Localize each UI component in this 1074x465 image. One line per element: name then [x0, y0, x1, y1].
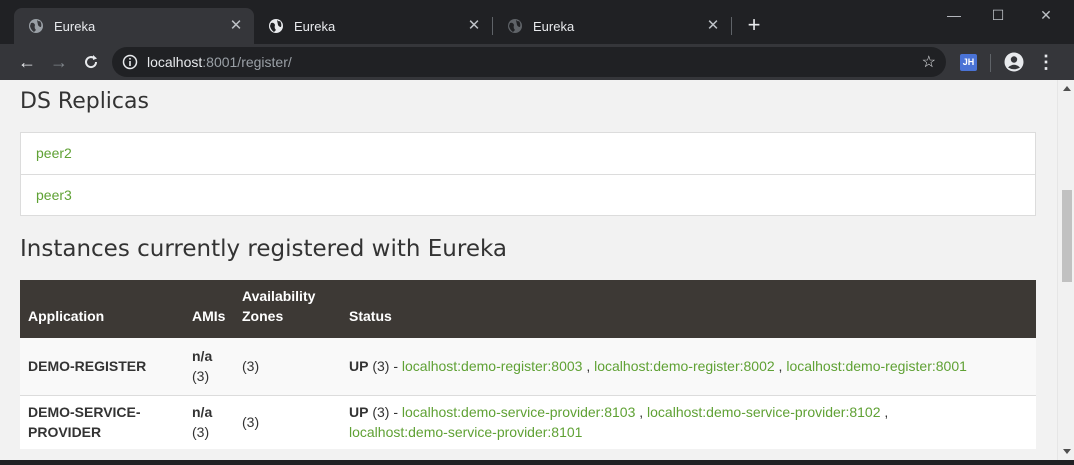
scroll-down-arrow-icon[interactable] — [1063, 449, 1071, 454]
status-up: UP — [349, 358, 369, 375]
close-tab-icon[interactable]: ✕ — [228, 18, 244, 34]
application-line1: DEMO-SERVICE- — [28, 404, 141, 421]
header-status: Status — [349, 308, 392, 324]
tab-separator — [731, 17, 732, 35]
profile-avatar-icon[interactable] — [1004, 52, 1024, 72]
globe-icon — [268, 18, 284, 34]
instances-table: Application AMIs Availability Zones Statu… — [20, 280, 1036, 449]
list-item: peer3 — [21, 174, 1035, 215]
header-application: Application — [28, 308, 105, 324]
url-host: localhost — [147, 54, 203, 70]
instance-link[interactable]: localhost:demo-service-provider:8103 — [402, 404, 635, 420]
tab-title: Eureka — [294, 18, 336, 34]
globe-icon — [28, 18, 44, 34]
ami-count: (3) — [192, 368, 210, 385]
cell-zones: (3) — [242, 414, 260, 431]
reload-icon — [85, 55, 98, 69]
scroll-up-arrow-icon[interactable] — [1063, 86, 1071, 91]
cell-application: DEMO-SERVICE- PROVIDER — [20, 395, 184, 449]
bookmark-star-icon[interactable]: ☆ — [922, 52, 936, 72]
replica-link-peer3[interactable]: peer3 — [36, 187, 72, 203]
browser-tab-3[interactable]: Eureka ✕ — [493, 8, 731, 44]
cell-status: UP (3) - localhost:demo-register:8003 , … — [349, 358, 967, 375]
header-zones-line2: Zones — [242, 308, 284, 324]
instances-heading: Instances currently registered with Eure… — [20, 236, 507, 262]
maximize-button[interactable]: ☐ — [982, 4, 1014, 28]
instance-link[interactable]: localhost:demo-register:8002 — [594, 358, 775, 374]
instance-link[interactable]: localhost:demo-service-provider:8102 — [647, 404, 880, 420]
url-path: :8001/register/ — [202, 54, 292, 70]
ami-na: n/a — [192, 404, 213, 421]
cell-application: DEMO-REGISTER — [28, 358, 147, 375]
cell-amis: n/a (3) — [184, 395, 234, 449]
status-up: UP — [349, 404, 369, 421]
forward-button[interactable]: → — [46, 49, 72, 75]
new-tab-button[interactable]: + — [742, 14, 766, 38]
table-row: DEMO-SERVICE- PROVIDER n/a (3) (3) UP (3) … — [20, 395, 1036, 449]
close-tab-icon[interactable]: ✕ — [705, 18, 721, 34]
status-count: (3) - — [368, 358, 402, 375]
instance-link[interactable]: localhost:demo-register:8001 — [786, 358, 967, 374]
info-icon[interactable] — [122, 54, 138, 70]
globe-icon — [507, 18, 523, 34]
cell-status: UP (3) - localhost:demo-service-provider… — [349, 404, 889, 441]
browser-menu-icon[interactable]: ⋮ — [1036, 50, 1056, 74]
ami-count: (3) — [192, 424, 210, 441]
browser-tab-1[interactable]: Eureka ✕ — [14, 8, 254, 44]
replicas-heading: DS Replicas — [20, 89, 149, 114]
back-button[interactable]: ← — [14, 49, 40, 75]
close-tab-icon[interactable]: ✕ — [466, 18, 482, 34]
minimize-button[interactable]: — — [938, 4, 970, 28]
toolbar-separator — [990, 54, 991, 72]
address-bar[interactable]: localhost:8001/register/ ☆ — [112, 47, 946, 77]
cell-zones: (3) — [242, 358, 260, 375]
table-header-row: Application AMIs Availability Zones Statu… — [20, 280, 1036, 338]
header-amis: AMIs — [192, 308, 226, 324]
browser-tab-2[interactable]: Eureka ✕ — [254, 8, 492, 44]
cell-amis: n/a (3) — [184, 338, 234, 395]
close-window-button[interactable]: ✕ — [1030, 4, 1062, 28]
replica-link-peer2[interactable]: peer2 — [36, 145, 72, 161]
scrollbar-thumb[interactable] — [1062, 190, 1072, 282]
reload-button[interactable] — [78, 49, 104, 75]
instance-link[interactable]: localhost:demo-service-provider:8101 — [349, 424, 582, 440]
url-text: localhost:8001/register/ — [147, 54, 292, 70]
page-scrollbar[interactable] — [1057, 80, 1074, 460]
tab-title: Eureka — [533, 18, 575, 34]
tab-title: Eureka — [54, 18, 96, 34]
replicas-list: peer2 peer3 — [20, 132, 1036, 216]
page-viewport: DS Replicas peer2 peer3 Instances curren… — [0, 80, 1074, 460]
status-count: (3) - — [368, 404, 402, 421]
extension-jh-icon[interactable]: JH — [960, 54, 977, 71]
browser-titlebar: Eureka ✕ Eureka ✕ Eureka ✕ + — ☐ ✕ — [0, 0, 1074, 44]
header-availability-zones: Availability Zones — [234, 280, 341, 338]
ami-na: n/a — [192, 348, 213, 365]
table-row: DEMO-REGISTER n/a (3) (3) UP (3) - localh… — [20, 338, 1036, 395]
application-line2: PROVIDER — [28, 424, 102, 441]
header-zones-line1: Availability — [242, 288, 316, 304]
list-item: peer2 — [21, 133, 1035, 174]
instance-link[interactable]: localhost:demo-register:8003 — [402, 358, 583, 374]
browser-toolbar: ← → localhost:8001/register/ ☆ JH ⋮ — [0, 44, 1074, 80]
